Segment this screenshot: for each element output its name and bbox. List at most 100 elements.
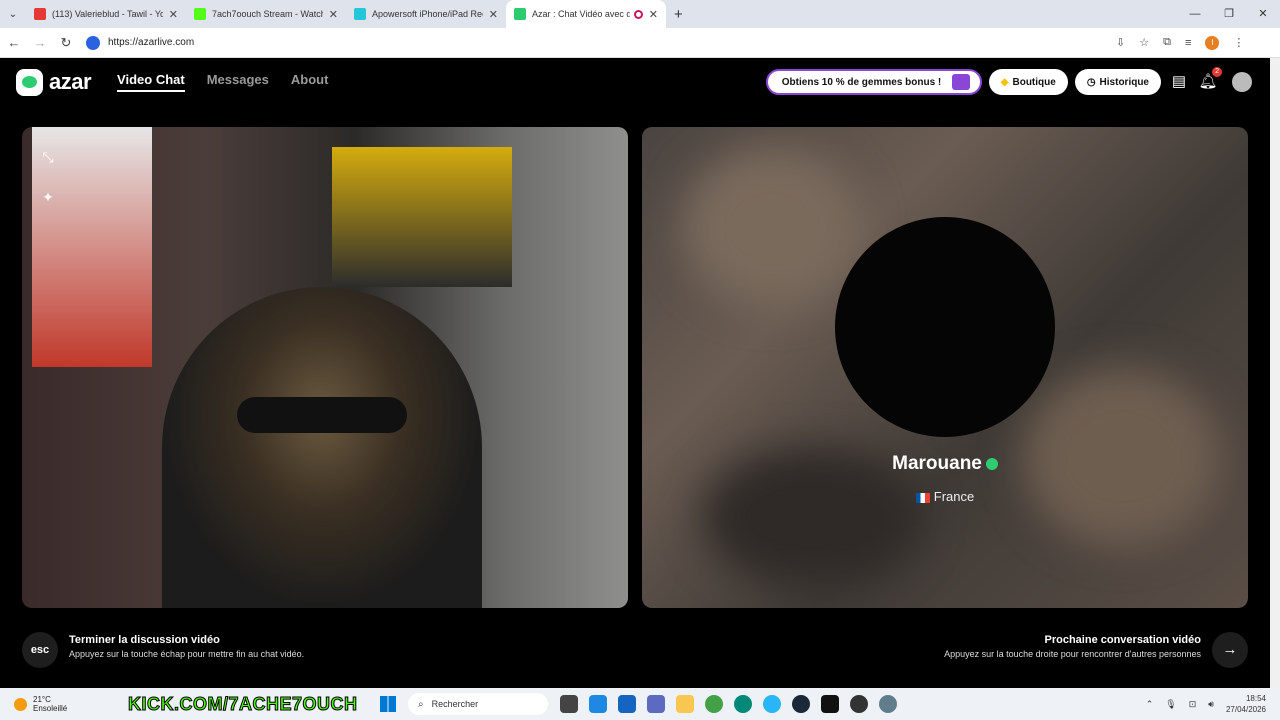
background-jersey <box>332 147 512 287</box>
volume-icon[interactable]: 🔊︎ <box>1208 699 1214 710</box>
sun-icon <box>14 697 27 711</box>
address-bar: ← → ↻ https://azarlive.com ⇩ ☆ ⧉ ≡ I ⋮ <box>0 28 1280 58</box>
history-label: Historique <box>1099 76 1149 88</box>
microphone-icon[interactable]: 🎙︎ <box>1165 699 1176 710</box>
store-icon[interactable] <box>589 695 607 713</box>
browser-menu-icon[interactable]: ⋮ <box>1233 36 1244 49</box>
settings-icon[interactable] <box>879 695 897 713</box>
clock[interactable]: 18:54 27/04/2026 <box>1226 693 1266 715</box>
minimize-video-icon[interactable]: ⤡ <box>38 147 58 167</box>
weather-widget[interactable]: 21°C Ensoleillé <box>14 695 124 713</box>
main-nav: Video Chat Messages About <box>117 72 328 92</box>
extensions-icon[interactable]: ⧉ <box>1163 36 1171 49</box>
system-tray: ⌃ 🎙︎ ⊡ 🔊︎ 18:54 27/04/2026 <box>1146 693 1266 715</box>
network-icon[interactable]: ⊡ <box>1189 699 1197 710</box>
new-tab-icon[interactable]: + <box>674 6 683 23</box>
windows-start-icon[interactable] <box>380 696 396 712</box>
bookmark-star-icon[interactable]: ☆ <box>1139 36 1149 49</box>
inbox-icon[interactable]: ▤ <box>1168 71 1190 93</box>
end-chat-title: Terminer la discussion vidéo <box>69 634 220 646</box>
page-scrollbar[interactable] <box>1270 58 1280 688</box>
history-button[interactable]: ◷ Historique <box>1074 69 1161 95</box>
azar-logo[interactable]: azar <box>16 68 92 96</box>
profile-avatar[interactable]: I <box>1205 35 1220 50</box>
outlook-icon[interactable] <box>618 695 636 713</box>
tab-apowersoft[interactable]: Apowersoft iPhone/iPad Recor ✕ <box>346 0 506 28</box>
chrome-icon[interactable] <box>705 695 723 713</box>
close-tab-icon[interactable]: ✕ <box>489 8 498 21</box>
nav-about[interactable]: About <box>291 72 329 92</box>
minimize-icon[interactable]: — <box>1178 0 1212 28</box>
chevron-up-icon[interactable]: ⌃ <box>1146 699 1154 710</box>
reload-icon[interactable]: ↻ <box>54 35 78 51</box>
close-tab-icon[interactable]: ✕ <box>169 8 178 21</box>
temperature: 21°C <box>33 695 51 704</box>
partner-video: Marouane France <box>642 127 1248 608</box>
gem-bonus-button[interactable]: Obtiens 10 % de gemmes bonus ! <box>765 69 982 95</box>
self-person <box>162 287 482 608</box>
gift-icon <box>951 74 970 90</box>
partner-country-row: France <box>642 489 1248 504</box>
site-info-icon[interactable] <box>86 35 100 50</box>
notification-badge: 2 <box>1212 67 1222 77</box>
tab-kick[interactable]: 7ach7oouch Stream - Watch Li ✕ <box>186 0 346 28</box>
kick-favicon-icon <box>194 8 206 20</box>
azar-favicon-icon <box>514 8 526 20</box>
tab-title: Azar : Chat Vidéo avec de n <box>532 9 630 19</box>
file-explorer-icon[interactable] <box>676 695 694 713</box>
media-icon[interactable]: ≡ <box>1185 37 1191 49</box>
bell-icon[interactable]: 🔔︎ 2 <box>1197 67 1222 93</box>
install-app-icon[interactable]: ⇩ <box>1116 36 1125 49</box>
partner-name: Marouane <box>892 453 982 474</box>
verified-icon <box>985 457 998 470</box>
tab-title: 7ach7oouch Stream - Watch Li <box>212 9 323 19</box>
nav-messages[interactable]: Messages <box>207 72 269 92</box>
sunglasses <box>237 397 407 433</box>
teams-icon[interactable] <box>647 695 665 713</box>
youtube-favicon-icon <box>34 8 46 20</box>
tab-title: (113) Valerieblud - Tawil - YouTu <box>52 9 163 19</box>
steam-icon[interactable] <box>792 695 810 713</box>
nav-video-chat[interactable]: Video Chat <box>117 72 185 92</box>
end-chat-subtitle: Appuyez sur la touche échap pour mettre … <box>69 649 305 659</box>
close-tab-icon[interactable]: ✕ <box>649 8 658 21</box>
next-chat-title: Prochaine conversation vidéo <box>1044 634 1202 646</box>
close-tab-icon[interactable]: ✕ <box>329 8 338 21</box>
logo-text: azar <box>49 69 92 94</box>
site-header: azar Video Chat Messages About Obtiens 1… <box>0 58 1270 106</box>
edge-icon[interactable] <box>734 695 752 713</box>
task-view-icon[interactable] <box>560 695 578 713</box>
tab-azar[interactable]: Azar : Chat Vidéo avec de n ✕ <box>506 0 666 28</box>
blur-background <box>682 147 862 307</box>
browser-tab-bar: ⌄ (113) Valerieblud - Tawil - YouTu ✕ 7a… <box>0 0 1280 28</box>
next-chat-button[interactable]: → <box>1212 632 1248 668</box>
magic-wand-icon[interactable]: ✦ <box>38 187 58 207</box>
user-avatar[interactable] <box>1232 72 1252 92</box>
restore-icon[interactable]: ❐ <box>1212 0 1246 28</box>
shop-button[interactable]: ◆ Boutique <box>988 69 1068 95</box>
partner-avatar <box>835 217 1055 437</box>
stream-overlay-text: KICK.COM/7ACHE7OUCH <box>128 693 358 714</box>
shop-label: Boutique <box>1012 76 1056 88</box>
tab-title: Apowersoft iPhone/iPad Recor <box>372 9 483 19</box>
taskbar-search[interactable]: ⌕ Rechercher <box>408 693 548 715</box>
tab-search-icon[interactable]: ⌄ <box>0 0 26 28</box>
streaming-app-icon[interactable] <box>821 695 839 713</box>
back-icon[interactable]: ← <box>2 35 26 50</box>
promo-label: Obtiens 10 % de gemmes bonus ! <box>781 76 942 88</box>
next-chat-info: Prochaine conversation vidéo Appuyez sur… <box>944 634 1201 659</box>
forward-icon[interactable]: → <box>28 35 52 50</box>
close-window-icon[interactable]: ✕ <box>1246 0 1280 28</box>
end-chat-button[interactable]: esc <box>22 632 58 668</box>
taskbar-apps <box>560 695 897 713</box>
search-icon: ⌕ <box>418 698 424 710</box>
time: 18:54 <box>1245 694 1266 703</box>
telegram-icon[interactable] <box>763 695 781 713</box>
url-field[interactable]: https://azarlive.com <box>86 32 1096 54</box>
clock-icon: ◷ <box>1086 76 1096 88</box>
obs-icon[interactable] <box>850 695 868 713</box>
self-video: ⤡ ✦ <box>22 127 628 608</box>
apowersoft-favicon-icon <box>354 8 366 20</box>
tab-youtube[interactable]: (113) Valerieblud - Tawil - YouTu ✕ <box>26 0 186 28</box>
next-chat-subtitle: Appuyez sur la touche droite pour rencon… <box>944 649 1201 659</box>
